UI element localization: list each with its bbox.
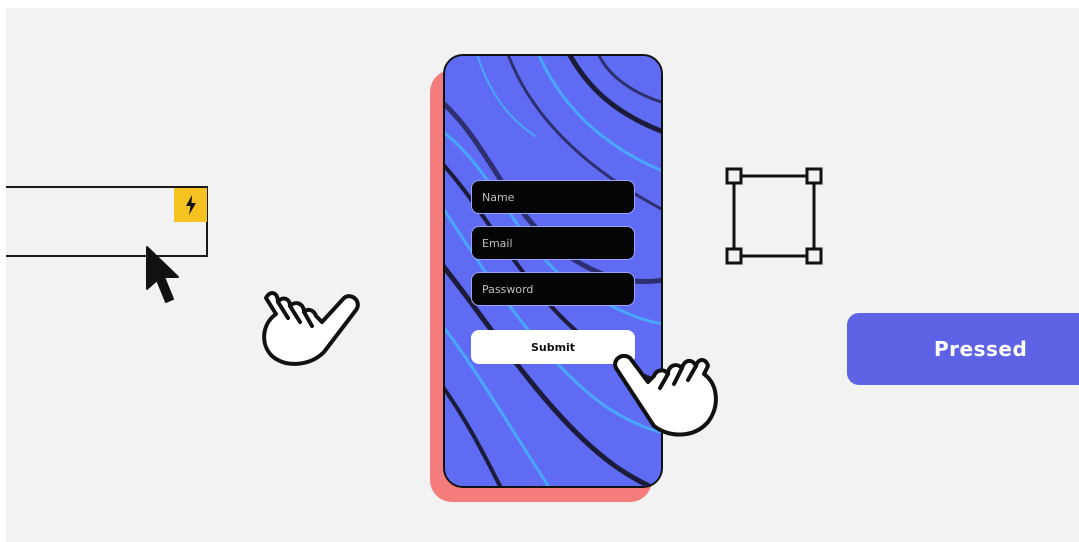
illustration-canvas: Name Email Password Submit Pressed	[6, 8, 1079, 542]
pressed-button[interactable]: Pressed	[847, 313, 1079, 385]
selection-handles-icon	[725, 167, 823, 265]
pressed-button-label: Pressed	[934, 337, 1028, 361]
email-placeholder: Email	[482, 236, 513, 250]
cursor-arrow-icon	[146, 246, 179, 303]
name-placeholder: Name	[482, 190, 515, 204]
password-field[interactable]: Password	[471, 272, 635, 306]
signup-form: Name Email Password Submit	[471, 180, 635, 364]
pointing-hand-icon	[613, 353, 718, 437]
email-field[interactable]: Email	[471, 226, 635, 260]
pointing-hand-icon	[262, 291, 360, 366]
lightning-badge	[174, 188, 207, 222]
submit-label: Submit	[530, 340, 576, 354]
name-field[interactable]: Name	[471, 180, 635, 214]
lightning-icon	[185, 195, 196, 215]
password-placeholder: Password	[482, 282, 534, 296]
